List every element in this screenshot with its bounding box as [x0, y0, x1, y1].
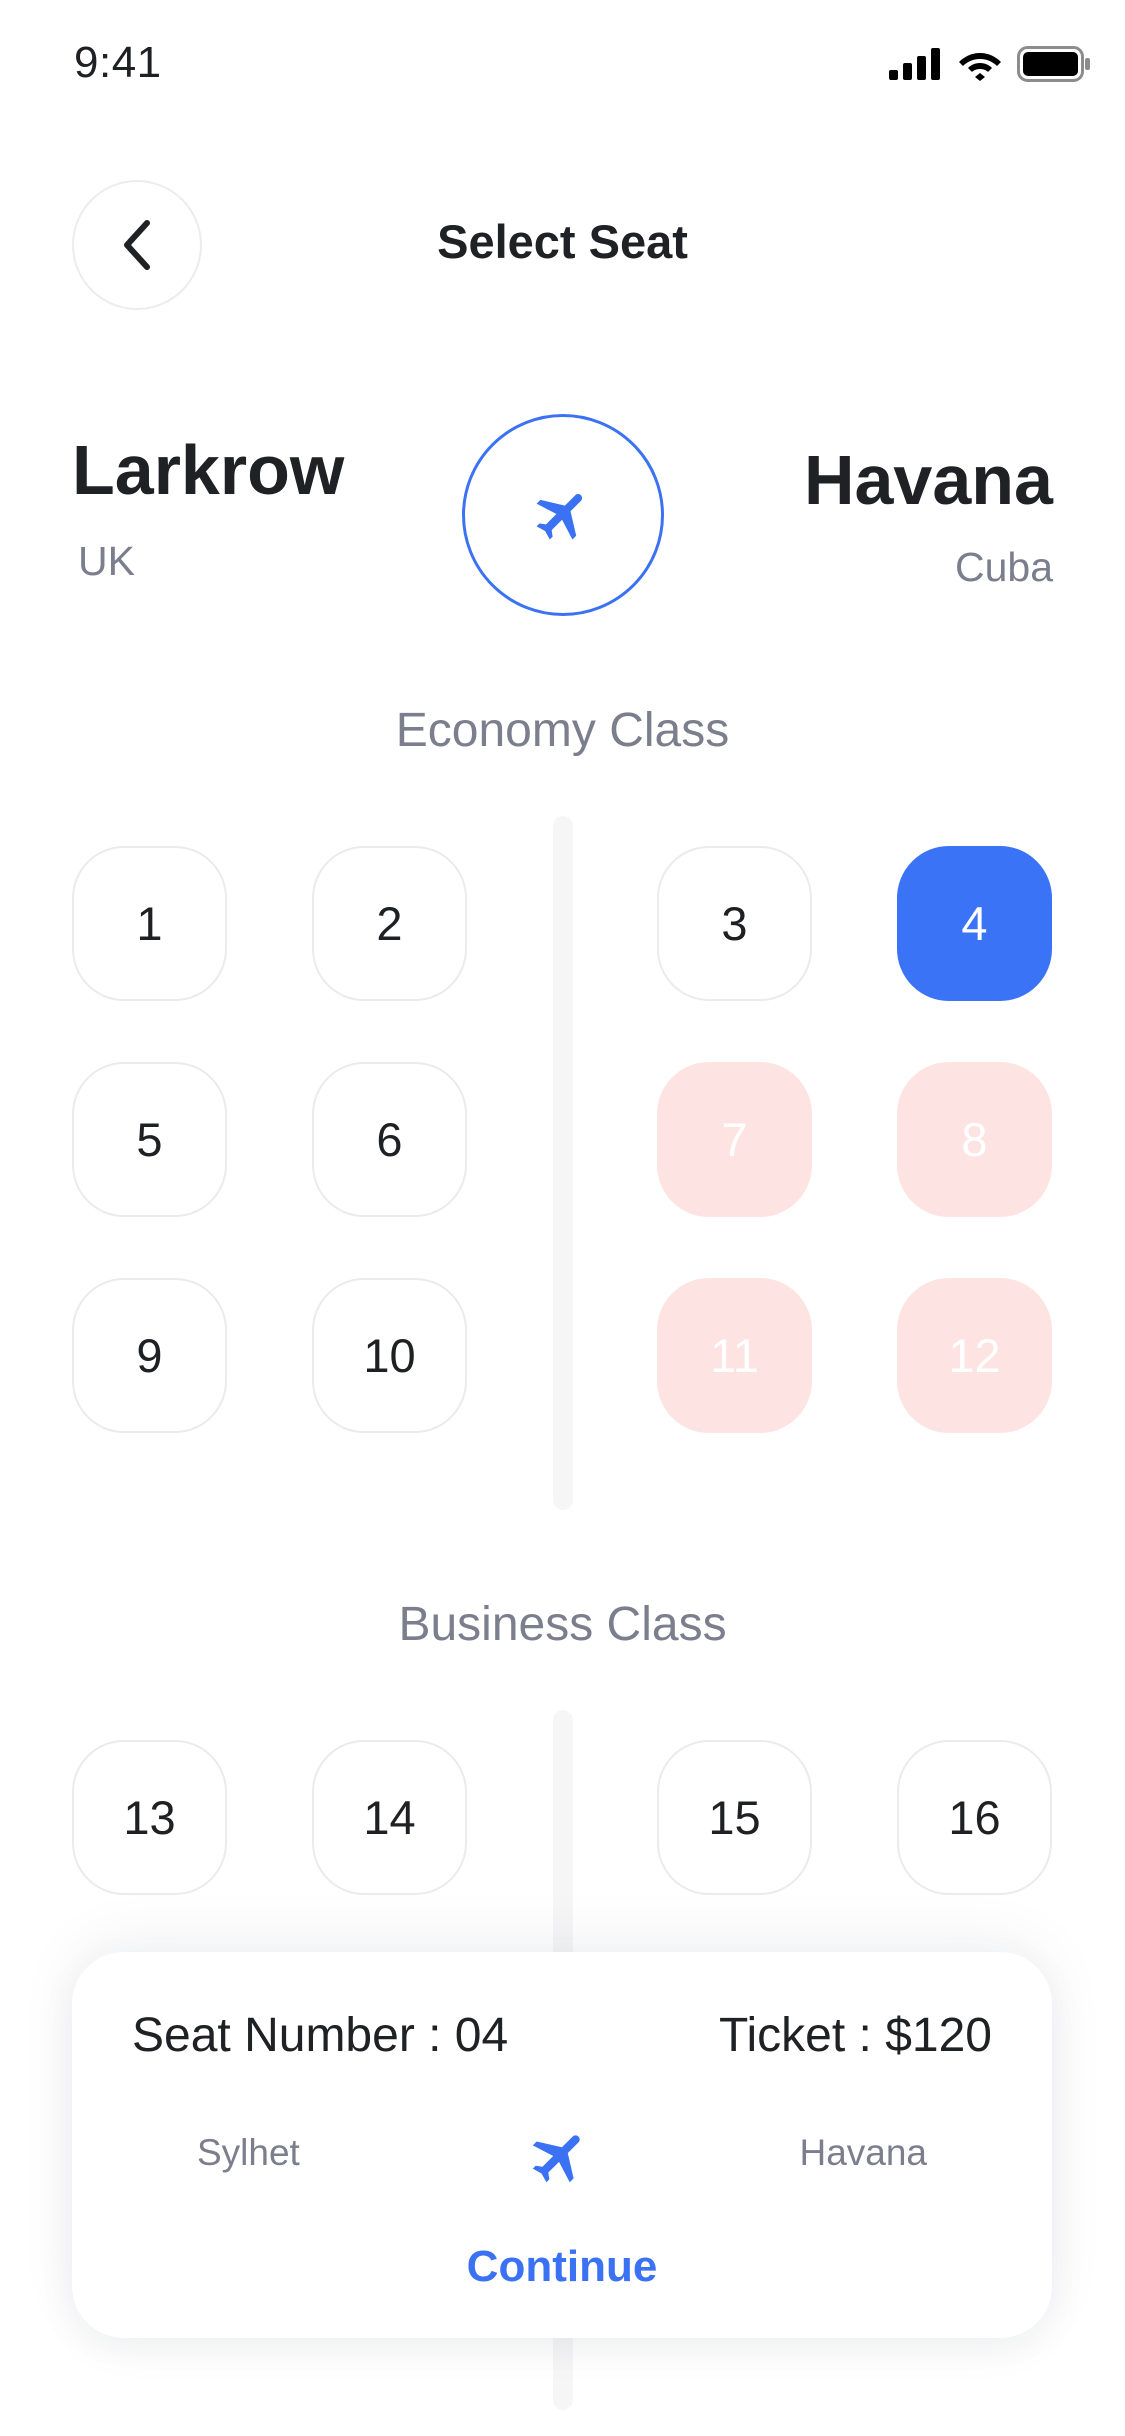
seat-9[interactable]: 9 [72, 1278, 227, 1433]
seat-number: 7 [721, 1113, 748, 1166]
booking-summary-card: Seat Number : 04 Ticket : $120 Sylhet Ha… [72, 1952, 1052, 2338]
seat-number: 4 [961, 897, 988, 950]
seat-number: 15 [708, 1791, 761, 1844]
seat-number: 12 [948, 1329, 1001, 1382]
seat-number: 9 [136, 1329, 163, 1382]
seat-number: 14 [363, 1791, 416, 1844]
seat-3[interactable]: 3 [657, 846, 812, 1001]
seat-4[interactable]: 4 [897, 846, 1052, 1001]
seat-number: 2 [376, 897, 403, 950]
seat-16[interactable]: 16 [897, 1740, 1052, 1895]
seat-10[interactable]: 10 [312, 1278, 467, 1433]
seat-number: 5 [136, 1113, 163, 1166]
airplane-icon [527, 2124, 593, 2195]
seat-number: 8 [961, 1113, 988, 1166]
economy-class-label: Economy Class [395, 704, 730, 757]
seat-8[interactable]: 8 [897, 1062, 1052, 1217]
seat-number: 11 [710, 1329, 759, 1382]
seat-2[interactable]: 2 [312, 846, 467, 1001]
seat-7[interactable]: 7 [657, 1062, 812, 1217]
summary-destination-city: Havana [799, 2132, 927, 2173]
seat-number: 1 [136, 897, 163, 950]
ticket-price: Ticket : $120 [718, 2009, 992, 2062]
seat-13[interactable]: 13 [72, 1740, 227, 1895]
seat-15[interactable]: 15 [657, 1740, 812, 1895]
seat-5[interactable]: 5 [72, 1062, 227, 1217]
destination-city: Havana [803, 441, 1053, 519]
seat-12[interactable]: 12 [897, 1278, 1052, 1433]
seat-11[interactable]: 11 [657, 1278, 812, 1433]
origin-city: Larkrow [72, 431, 345, 509]
origin-country: UK [78, 538, 135, 584]
battery-icon [1017, 46, 1090, 82]
seat-number: 10 [363, 1329, 416, 1382]
selected-seat-number: Seat Number : 04 [132, 2009, 509, 2062]
business-class-label: Business Class [398, 1598, 727, 1651]
summary-origin-city: Sylhet [197, 2132, 300, 2173]
seat-number: 13 [123, 1791, 176, 1844]
flight-route-indicator [462, 414, 664, 616]
status-time: 9:41 [74, 38, 162, 87]
destination-country: Cuba [954, 544, 1053, 590]
wifi-icon [959, 53, 1001, 81]
page-title: Select Seat [437, 215, 688, 268]
seat-number: 16 [948, 1791, 1001, 1844]
status-icons [889, 46, 1091, 82]
seat-14[interactable]: 14 [312, 1740, 467, 1895]
seat-number: 6 [376, 1113, 403, 1166]
seat-1[interactable]: 1 [72, 846, 227, 1001]
continue-button[interactable]: Continue [72, 2242, 1052, 2292]
airplane-icon [536, 494, 583, 540]
cellular-signal-icon [889, 48, 940, 80]
seat-6[interactable]: 6 [312, 1062, 467, 1217]
economy-aisle [553, 816, 573, 1510]
seat-number: 3 [721, 897, 748, 950]
